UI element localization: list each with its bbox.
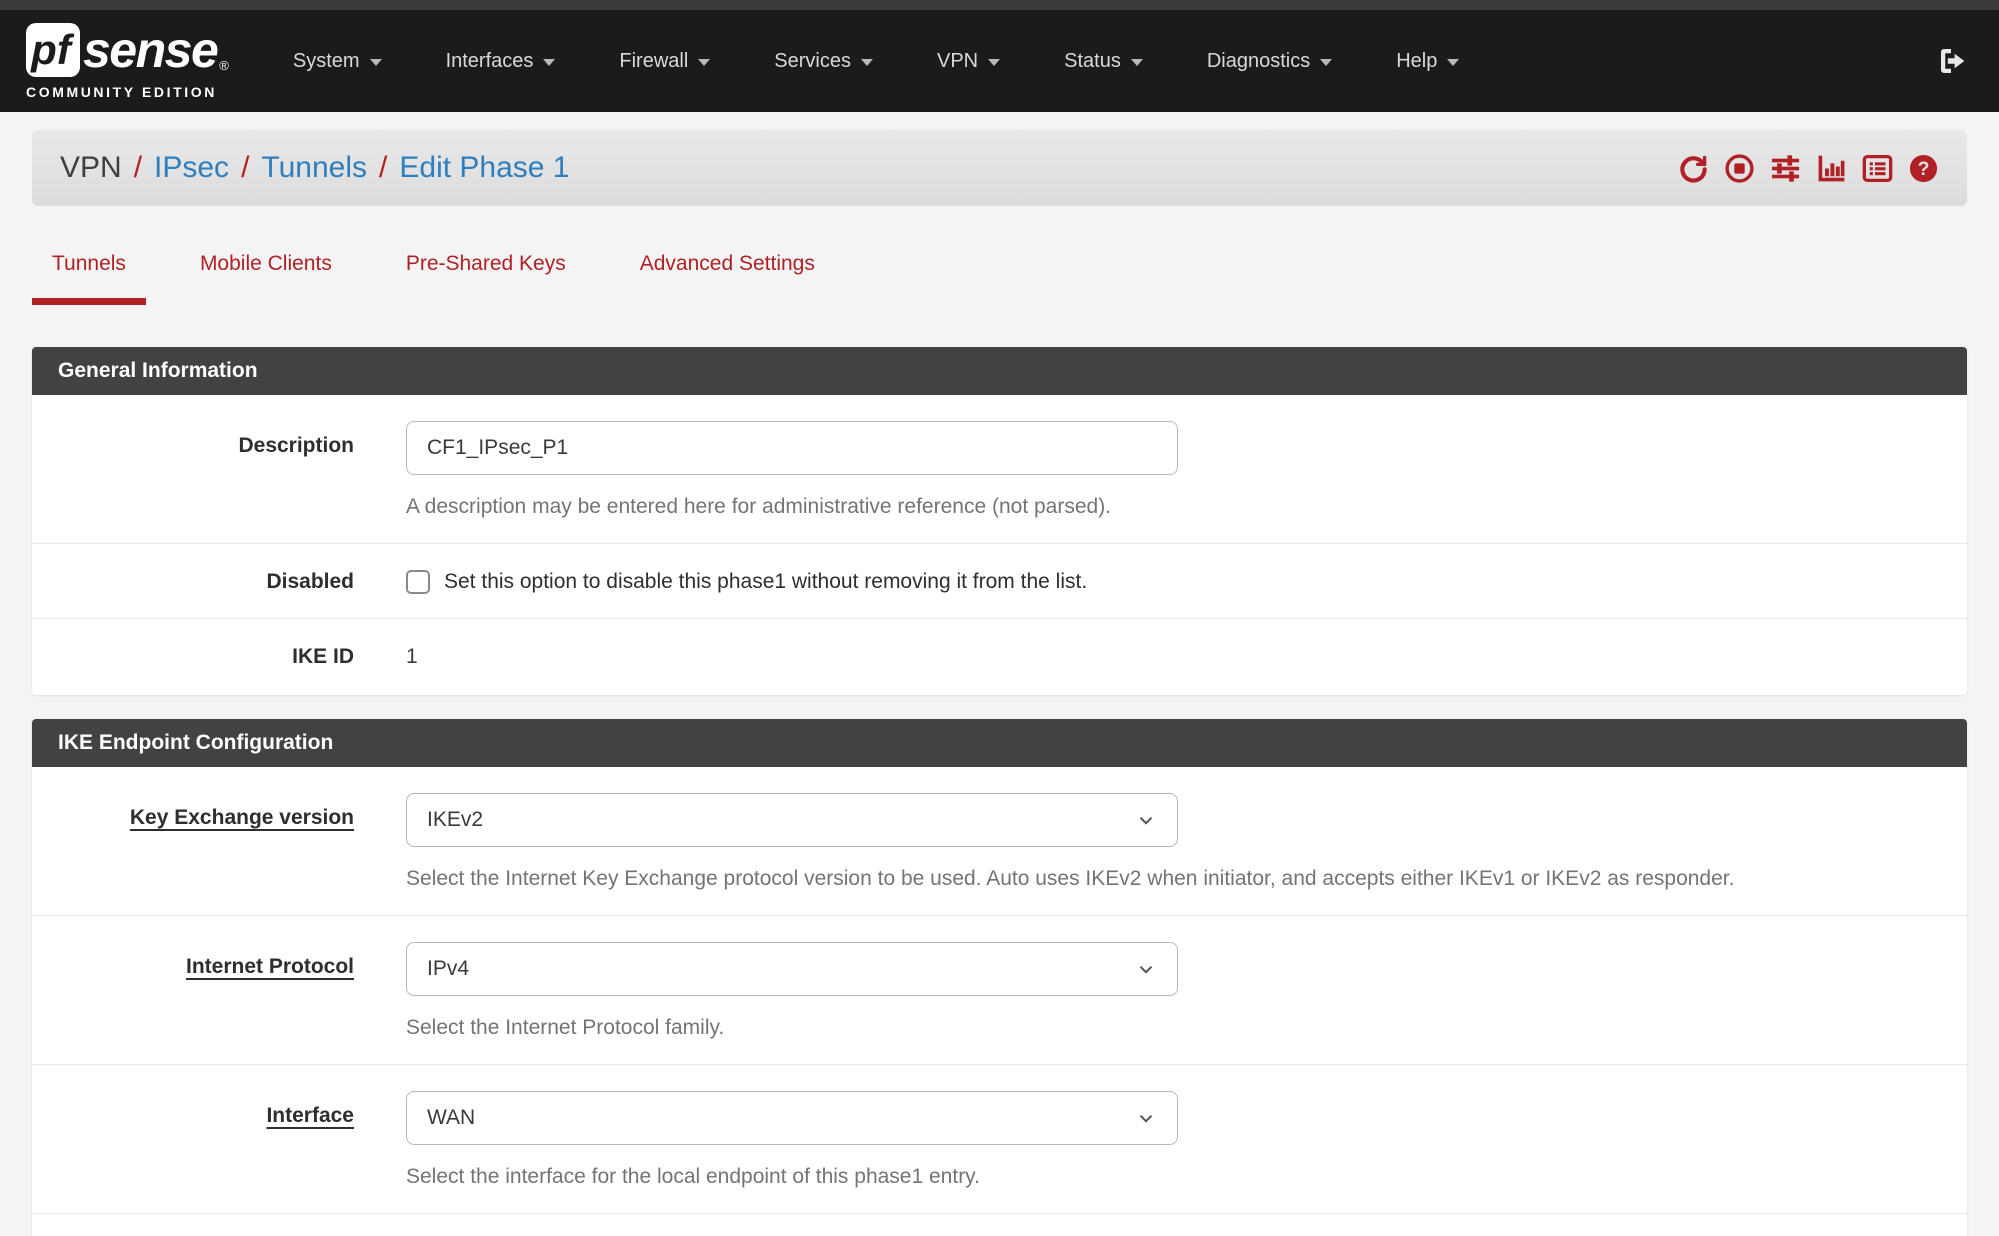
breadcrumb-separator: / <box>134 151 142 185</box>
tab-tunnels[interactable]: Tunnels <box>32 252 146 305</box>
breadcrumb-bar: VPN / IPsec / Tunnels / Edit Phase 1 <box>32 130 1967 206</box>
breadcrumb-vpn: VPN <box>60 151 122 185</box>
breadcrumb-tunnels[interactable]: Tunnels <box>261 151 367 185</box>
list-icon[interactable] <box>1862 153 1893 184</box>
interface-label: Interface <box>266 1104 354 1127</box>
sliders-icon[interactable] <box>1770 153 1801 184</box>
chevron-down-icon <box>370 59 382 66</box>
menu-diagnostics[interactable]: Diagnostics <box>1207 50 1332 73</box>
panel-title: IKE Endpoint Configuration <box>32 719 1967 767</box>
internet-protocol-help: Select the Internet Protocol family. <box>406 1016 1967 1040</box>
tab-advanced-settings[interactable]: Advanced Settings <box>620 252 835 305</box>
logo-subtitle: COMMUNITY EDITION <box>26 84 229 100</box>
chevron-down-icon <box>1135 1107 1157 1129</box>
chevron-down-icon <box>988 59 1000 66</box>
chevron-down-icon <box>1320 59 1332 66</box>
refresh-icon[interactable] <box>1678 153 1709 184</box>
logo-sense-text: sense <box>83 25 217 75</box>
key-exchange-label: Key Exchange version <box>130 806 354 829</box>
key-exchange-select[interactable]: IKEv2 <box>406 793 1178 847</box>
general-information-panel: General Information Description A descri… <box>32 347 1967 695</box>
breadcrumb-ipsec[interactable]: IPsec <box>154 151 229 185</box>
breadcrumb-edit-phase-1[interactable]: Edit Phase 1 <box>399 151 569 185</box>
description-help: A description may be entered here for ad… <box>406 495 1967 519</box>
description-label: Description <box>238 434 354 457</box>
tab-mobile-clients[interactable]: Mobile Clients <box>180 252 352 305</box>
chevron-down-icon <box>1135 958 1157 980</box>
remote-gateway-row: Remote Gateway Enter the public IP addre… <box>32 1214 1967 1236</box>
interface-row: Interface WAN Select the interface for t… <box>32 1065 1967 1214</box>
menu-services[interactable]: Services <box>774 50 873 73</box>
pfsense-logo[interactable]: pf sense ® COMMUNITY EDITION <box>26 23 229 100</box>
internet-protocol-label: Internet Protocol <box>186 955 354 978</box>
help-icon[interactable]: ? <box>1908 153 1939 184</box>
internet-protocol-select[interactable]: IPv4 <box>406 942 1178 996</box>
breadcrumb: VPN / IPsec / Tunnels / Edit Phase 1 <box>60 151 570 185</box>
menu-help[interactable]: Help <box>1396 50 1459 73</box>
main-menu: System Interfaces Firewall Services VPN … <box>293 50 1459 73</box>
navbar: pf sense ® COMMUNITY EDITION System Inte… <box>0 10 1999 112</box>
chevron-down-icon <box>1135 809 1157 831</box>
bar-chart-icon[interactable] <box>1816 153 1847 184</box>
registered-mark: ® <box>219 58 229 73</box>
sign-out-icon[interactable] <box>1937 45 1969 77</box>
ike-endpoint-panel: IKE Endpoint Configuration Key Exchange … <box>32 719 1967 1236</box>
tab-pre-shared-keys[interactable]: Pre-Shared Keys <box>386 252 586 305</box>
ike-id-value: 1 <box>406 645 418 668</box>
description-input[interactable] <box>406 421 1178 475</box>
panel-title: General Information <box>32 347 1967 395</box>
key-exchange-help: Select the Internet Key Exchange protoco… <box>406 867 1967 891</box>
tab-bar: Tunnels Mobile Clients Pre-Shared Keys A… <box>32 252 1967 305</box>
chevron-down-icon <box>543 59 555 66</box>
ike-id-label: IKE ID <box>292 645 354 668</box>
interface-select[interactable]: WAN <box>406 1091 1178 1145</box>
menu-vpn[interactable]: VPN <box>937 50 1000 73</box>
ike-id-row: IKE ID 1 <box>32 619 1967 693</box>
interface-help: Select the interface for the local endpo… <box>406 1165 1967 1189</box>
chevron-down-icon <box>698 59 710 66</box>
disabled-text: Set this option to disable this phase1 w… <box>444 570 1087 594</box>
svg-text:?: ? <box>1918 157 1930 179</box>
window-top-strip <box>0 0 1999 10</box>
disabled-row: Disabled Set this option to disable this… <box>32 544 1967 619</box>
chevron-down-icon <box>1131 59 1143 66</box>
page-actions: ? <box>1678 153 1939 184</box>
menu-firewall[interactable]: Firewall <box>619 50 710 73</box>
disabled-label: Disabled <box>266 570 354 593</box>
stop-icon[interactable] <box>1724 153 1755 184</box>
pf-logo-box: pf <box>26 23 80 77</box>
internet-protocol-row: Internet Protocol IPv4 Select the Intern… <box>32 916 1967 1065</box>
disabled-checkbox[interactable] <box>406 570 430 594</box>
description-row: Description A description may be entered… <box>32 395 1967 544</box>
chevron-down-icon <box>861 59 873 66</box>
menu-status[interactable]: Status <box>1064 50 1143 73</box>
breadcrumb-separator: / <box>379 151 387 185</box>
key-exchange-row: Key Exchange version IKEv2 Select the In… <box>32 767 1967 916</box>
menu-interfaces[interactable]: Interfaces <box>446 50 556 73</box>
breadcrumb-separator: / <box>241 151 249 185</box>
menu-system[interactable]: System <box>293 50 382 73</box>
chevron-down-icon <box>1447 59 1459 66</box>
